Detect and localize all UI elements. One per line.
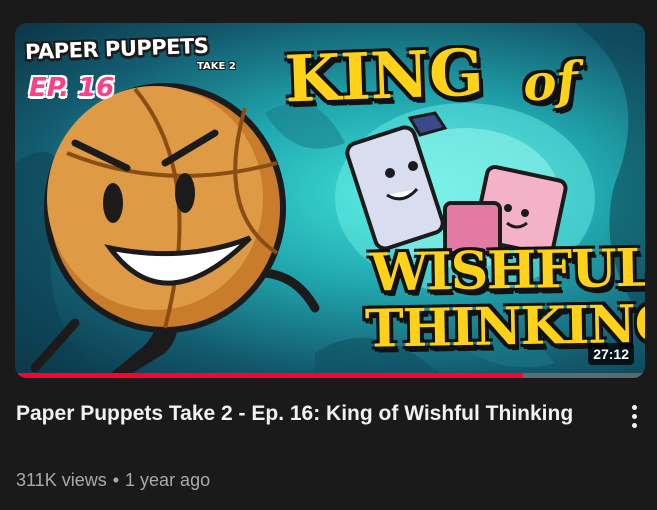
view-count: 311K views — [16, 470, 107, 490]
meta-separator: • — [112, 470, 120, 490]
art-title-of: of — [520, 50, 580, 113]
watch-progress-fill — [15, 373, 524, 378]
art-title-king: KING — [283, 35, 485, 118]
more-actions-button[interactable] — [620, 400, 648, 432]
video-card: PAPER PUPPETS TAKE 2 EP. 16 KING of WISH… — [0, 0, 657, 510]
video-title[interactable]: Paper Puppets Take 2 - Ep. 16: King of W… — [16, 397, 576, 430]
video-metadata: 311K views • 1 year ago — [16, 467, 210, 493]
basketball-character — [30, 83, 320, 378]
watch-progress-bar — [15, 373, 645, 378]
series-logo-subtitle: TAKE 2 — [197, 61, 236, 72]
video-thumbnail[interactable]: PAPER PUPPETS TAKE 2 EP. 16 KING of WISH… — [15, 23, 645, 378]
duration-badge: 27:12 — [588, 343, 634, 365]
upload-age: 1 year ago — [125, 470, 211, 490]
episode-badge: EP. 16 — [29, 73, 115, 103]
more-vert-icon — [631, 403, 637, 430]
art-title-wishful: WISHFUL — [369, 237, 645, 304]
